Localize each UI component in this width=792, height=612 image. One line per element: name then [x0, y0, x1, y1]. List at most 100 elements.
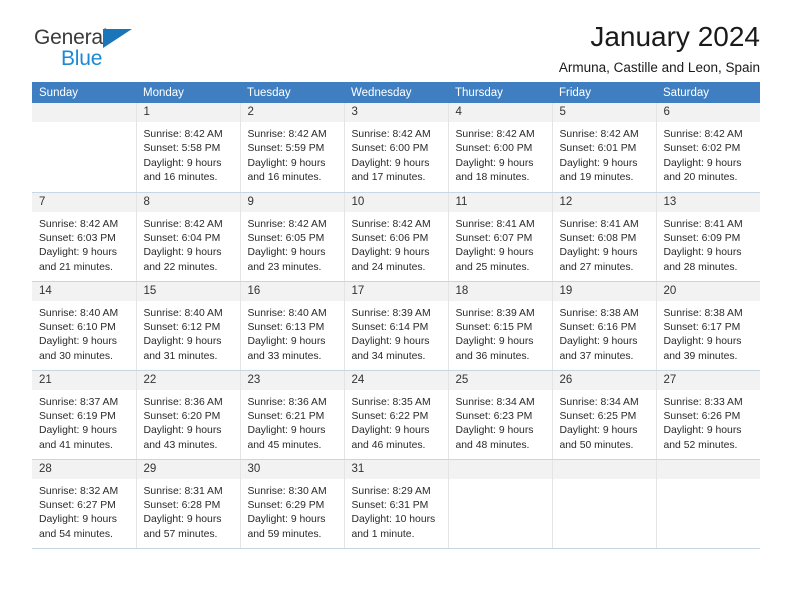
calendar-day-cell[interactable]: 4 Sunrise: 8:42 AM Sunset: 6:00 PM Daylight…	[447, 103, 553, 193]
calendar-day-cell[interactable]: 28 Sunrise: 8:32 AM Sunset: 6:27 PM Dayligh…	[32, 459, 137, 549]
general-blue-logo[interactable]: General Blue	[34, 26, 174, 74]
daylight-text-line2: and 16 minutes.	[143, 172, 218, 184]
calendar-day-cell[interactable]: 8 Sunrise: 8:42 AM Sunset: 6:04 PM Daylight…	[135, 192, 241, 282]
sunrise-text: Sunrise: 8:42 AM	[351, 218, 431, 230]
daylight-text-line1: Daylight: 9 hours	[247, 425, 326, 437]
calendar-day-cell[interactable]: 18 Sunrise: 8:39 AM Sunset: 6:15 PM Dayligh…	[447, 281, 553, 371]
daylight-text-line1: Daylight: 9 hours	[351, 157, 430, 169]
day-number: 27	[656, 370, 760, 390]
day-details: Sunrise: 8:42 AM Sunset: 5:58 PM Daylight:…	[137, 122, 240, 186]
logo-triangle-icon	[103, 29, 132, 48]
day-number: 26	[552, 370, 656, 390]
daylight-text-line1: Daylight: 9 hours	[351, 425, 430, 437]
sunrise-text: Sunrise: 8:37 AM	[39, 396, 119, 408]
calendar-day-cell[interactable]: 27 Sunrise: 8:33 AM Sunset: 6:26 PM Dayligh…	[655, 370, 760, 460]
sunrise-text: Sunrise: 8:42 AM	[351, 129, 431, 140]
calendar-week-row: 14 Sunrise: 8:40 AM Sunset: 6:10 PM Dayligh…	[32, 281, 761, 371]
daylight-text-line1: Daylight: 9 hours	[143, 157, 222, 169]
day-details: Sunrise: 8:42 AM Sunset: 6:05 PM Daylight:…	[241, 212, 344, 276]
daylight-text-line2: and 1 minute.	[351, 528, 415, 540]
sunset-text: Sunset: 6:19 PM	[39, 410, 116, 422]
daylight-text-line1: Daylight: 9 hours	[247, 514, 326, 526]
calendar-day-cell[interactable]: 23 Sunrise: 8:36 AM Sunset: 6:21 PM Dayligh…	[239, 370, 345, 460]
calendar-day-cell[interactable]: 5 Sunrise: 8:42 AM Sunset: 6:01 PM Daylight…	[551, 103, 657, 193]
calendar-day-cell[interactable]: 12 Sunrise: 8:41 AM Sunset: 6:08 PM Dayligh…	[551, 192, 657, 282]
sunrise-text: Sunrise: 8:34 AM	[455, 396, 535, 408]
calendar-day-cell[interactable]: 20 Sunrise: 8:38 AM Sunset: 6:17 PM Dayligh…	[655, 281, 761, 371]
calendar-day-cell[interactable]: 14 Sunrise: 8:40 AM Sunset: 6:10 PM Dayligh…	[32, 281, 137, 371]
sunrise-text: Sunrise: 8:42 AM	[247, 218, 327, 230]
calendar-day-cell[interactable]: 21 Sunrise: 8:37 AM Sunset: 6:19 PM Dayligh…	[32, 370, 137, 460]
day-details: Sunrise: 8:40 AM Sunset: 6:13 PM Daylight:…	[241, 301, 344, 365]
calendar-day-cell[interactable]: 3 Sunrise: 8:42 AM Sunset: 6:00 PM Daylight…	[343, 103, 449, 193]
sunrise-text: Sunrise: 8:42 AM	[559, 129, 639, 140]
sunset-text: Sunset: 6:27 PM	[39, 499, 116, 511]
day-details: Sunrise: 8:38 AM Sunset: 6:17 PM Daylight:…	[657, 301, 761, 365]
calendar-day-cell[interactable]: 26 Sunrise: 8:34 AM Sunset: 6:25 PM Dayligh…	[551, 370, 657, 460]
sunrise-text: Sunrise: 8:36 AM	[247, 396, 327, 408]
day-number: 25	[448, 370, 552, 390]
daylight-text-line1: Daylight: 9 hours	[559, 425, 638, 437]
sunrise-text: Sunrise: 8:41 AM	[559, 218, 639, 230]
calendar-day-cell[interactable]: 11 Sunrise: 8:41 AM Sunset: 6:07 PM Dayligh…	[447, 192, 553, 282]
calendar-day-cell[interactable]: 25 Sunrise: 8:34 AM Sunset: 6:23 PM Dayligh…	[447, 370, 553, 460]
calendar-day-cell[interactable]: 13 Sunrise: 8:41 AM Sunset: 6:09 PM Dayligh…	[655, 192, 760, 282]
calendar-day-cell[interactable]: 16 Sunrise: 8:40 AM Sunset: 6:13 PM Dayligh…	[239, 281, 345, 371]
calendar-day-cell[interactable]: 17 Sunrise: 8:39 AM Sunset: 6:14 PM Dayligh…	[343, 281, 449, 371]
sunset-text: Sunset: 6:04 PM	[143, 232, 221, 244]
daylight-text-line1: Daylight: 9 hours	[39, 336, 117, 348]
calendar-day-cell[interactable]: 10 Sunrise: 8:42 AM Sunset: 6:06 PM Dayligh…	[343, 192, 449, 282]
sunset-text: Sunset: 6:14 PM	[351, 321, 429, 333]
daylight-text-line2: and 33 minutes.	[247, 350, 322, 362]
daylight-text-line1: Daylight: 9 hours	[143, 336, 222, 348]
daylight-text-line1: Daylight: 10 hours	[351, 514, 436, 526]
day-details: Sunrise: 8:41 AM Sunset: 6:07 PM Daylight:…	[449, 212, 552, 276]
daylight-text-line1: Daylight: 9 hours	[351, 336, 430, 348]
daylight-text-line2: and 48 minutes.	[455, 439, 530, 451]
daylight-text-line2: and 21 minutes.	[39, 261, 113, 273]
calendar-day-cell[interactable]: 24 Sunrise: 8:35 AM Sunset: 6:22 PM Dayligh…	[343, 370, 449, 460]
day-number: 9	[240, 192, 344, 212]
sunset-text: Sunset: 6:00 PM	[455, 143, 533, 155]
daylight-text-line2: and 20 minutes.	[663, 172, 738, 184]
calendar-day-cell[interactable]: 19 Sunrise: 8:38 AM Sunset: 6:16 PM Dayligh…	[551, 281, 657, 371]
calendar-day-cell[interactable]: 30 Sunrise: 8:30 AM Sunset: 6:29 PM Dayligh…	[239, 459, 345, 549]
daylight-text-line1: Daylight: 9 hours	[39, 247, 117, 259]
daylight-text-line1: Daylight: 9 hours	[39, 425, 117, 437]
calendar-day-cell[interactable]: 9 Sunrise: 8:42 AM Sunset: 6:05 PM Daylight…	[239, 192, 345, 282]
weekday-header-monday: Monday	[136, 82, 240, 103]
daylight-text-line1: Daylight: 9 hours	[247, 247, 326, 259]
sunrise-text: Sunrise: 8:41 AM	[455, 218, 535, 230]
daylight-text-line2: and 16 minutes.	[247, 172, 322, 184]
day-details: Sunrise: 8:34 AM Sunset: 6:25 PM Daylight:…	[553, 390, 656, 454]
sunrise-text: Sunrise: 8:42 AM	[143, 218, 223, 230]
daylight-text-line2: and 45 minutes.	[247, 439, 322, 451]
calendar-day-cell[interactable]: 7 Sunrise: 8:42 AM Sunset: 6:03 PM Daylight…	[32, 192, 137, 282]
daylight-text-line1: Daylight: 9 hours	[455, 425, 534, 437]
daylight-text-line1: Daylight: 9 hours	[39, 514, 117, 526]
day-number: 20	[656, 281, 760, 301]
calendar-day-cell[interactable]: 22 Sunrise: 8:36 AM Sunset: 6:20 PM Dayligh…	[135, 370, 241, 460]
day-number: 22	[136, 370, 240, 390]
daylight-text-line2: and 43 minutes.	[143, 439, 218, 451]
sunrise-text: Sunrise: 8:38 AM	[559, 307, 639, 319]
calendar-day-cell[interactable]: 6 Sunrise: 8:42 AM Sunset: 6:02 PM Daylight…	[655, 103, 760, 193]
calendar-day-cell[interactable]: 29 Sunrise: 8:31 AM Sunset: 6:28 PM Dayligh…	[135, 459, 241, 549]
sunrise-text: Sunrise: 8:31 AM	[143, 485, 223, 497]
weekday-header-sunday: Sunday	[32, 82, 136, 103]
sunrise-text: Sunrise: 8:39 AM	[351, 307, 431, 319]
calendar-day-cell[interactable]: 1 Sunrise: 8:42 AM Sunset: 5:58 PM Daylight…	[135, 103, 241, 193]
calendar-day-cell[interactable]: 2 Sunrise: 8:42 AM Sunset: 5:59 PM Daylight…	[239, 103, 345, 193]
calendar-day-cell[interactable]: 15 Sunrise: 8:40 AM Sunset: 6:12 PM Dayligh…	[135, 281, 241, 371]
daylight-text-line1: Daylight: 9 hours	[143, 425, 222, 437]
sunset-text: Sunset: 6:17 PM	[663, 321, 741, 333]
daylight-text-line2: and 30 minutes.	[39, 350, 113, 362]
daylight-text-line1: Daylight: 9 hours	[247, 157, 326, 169]
sunrise-text: Sunrise: 8:42 AM	[143, 129, 223, 140]
daylight-text-line2: and 37 minutes.	[559, 350, 634, 362]
day-number: 18	[448, 281, 552, 301]
daylight-text-line2: and 25 minutes.	[455, 261, 530, 273]
day-number: 30	[240, 459, 344, 479]
sunset-text: Sunset: 6:28 PM	[143, 499, 221, 511]
calendar-day-cell[interactable]: 31 Sunrise: 8:29 AM Sunset: 6:31 PM Dayligh…	[343, 459, 449, 549]
